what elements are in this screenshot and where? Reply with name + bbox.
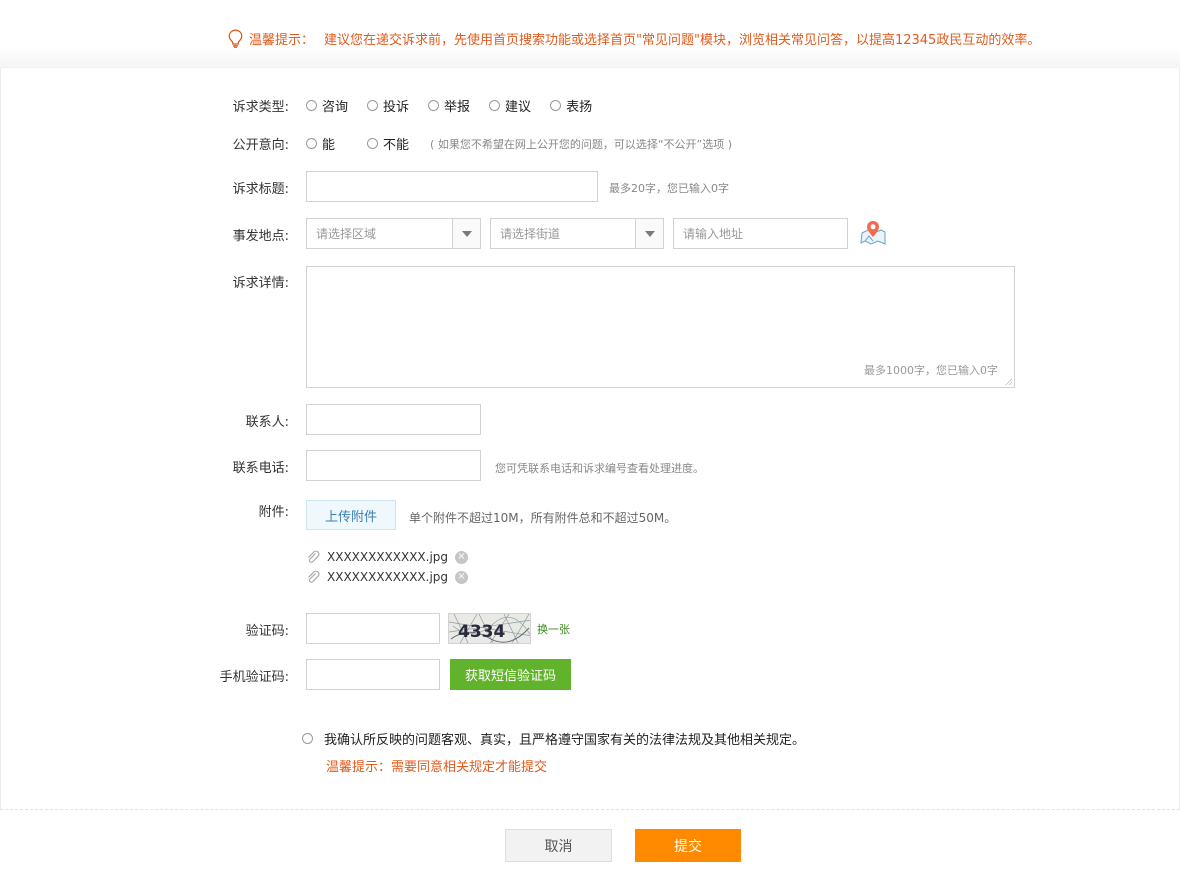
paperclip-icon — [308, 570, 320, 583]
attachment-filename: XXXXXXXXXXXX.jpg — [327, 570, 449, 584]
attachment-filename: XXXXXXXXXXXX.jpg — [327, 550, 449, 564]
sms-code-label: 手机验证码: — [219, 670, 289, 685]
get-sms-code-button[interactable]: 获取短信验证码 — [450, 659, 571, 690]
attachment-item: XXXXXXXXXXXX.jpg × — [306, 570, 468, 584]
cancel-button[interactable]: 取消 — [505, 829, 612, 862]
location-label: 事发地点: — [232, 229, 289, 244]
agreement-radio[interactable] — [302, 733, 313, 744]
chevron-down-icon[interactable] — [635, 219, 663, 248]
title-hint: 最多20字，您已输入0字 — [609, 182, 729, 195]
agreement-text: 我确认所反映的问题客观、真实，且严格遵守国家有关的法律法规及其他相关规定。 — [324, 733, 806, 748]
district-select[interactable]: 请选择区域 — [306, 218, 481, 249]
phone-hint: 您可凭联系电话和诉求编号查看处理进度。 — [495, 462, 704, 475]
agreement-row: 我确认所反映的问题客观、真实，且严格遵守国家有关的法律法规及其他相关规定。 — [302, 729, 805, 748]
attachments-hint: 单个附件不超过10M，所有附件总和不超过50M。 — [409, 511, 677, 525]
title-input[interactable] — [306, 171, 598, 202]
upload-attachment-button[interactable]: 上传附件 — [306, 500, 396, 530]
radio-circle[interactable] — [550, 100, 562, 111]
radio-public-no[interactable]: 不能 — [367, 134, 409, 153]
public-intent-hint: ( 如果您不希望在网上公开您的问题，可以选择“不公开”选项 ) — [430, 137, 733, 151]
radio-label: 举报 — [444, 100, 471, 115]
radio-label: 能 — [322, 138, 336, 153]
captcha-label: 验证码: — [245, 624, 289, 639]
radio-report[interactable]: 举报 — [428, 96, 470, 115]
map-pin-icon[interactable] — [859, 219, 887, 246]
agreement-tip: 温馨提示：需要同意相关规定才能提交 — [326, 760, 548, 775]
remove-attachment-icon[interactable]: × — [455, 570, 468, 584]
radio-circle[interactable] — [367, 100, 379, 111]
radio-label: 投诉 — [383, 100, 410, 115]
captcha-text: 4334 — [458, 622, 505, 642]
details-label: 诉求详情: — [232, 276, 289, 291]
details-counter: 最多1000字，您已输入0字 — [864, 364, 998, 377]
radio-consult[interactable]: 咨询 — [306, 96, 348, 115]
radio-circle[interactable] — [367, 138, 379, 149]
request-type-label: 诉求类型: — [232, 100, 289, 115]
public-intent-radio-group: 能 不能 ( 如果您不希望在网上公开您的问题，可以选择“不公开”选项 ) — [306, 134, 732, 153]
paperclip-icon — [308, 550, 320, 563]
captcha-input[interactable] — [306, 613, 440, 644]
radio-circle[interactable] — [306, 100, 317, 111]
radio-circle[interactable] — [428, 100, 440, 111]
radio-label: 表扬 — [566, 100, 593, 115]
remove-attachment-icon[interactable]: × — [455, 550, 468, 564]
captcha-image[interactable]: 4334 — [448, 613, 531, 644]
sms-code-input[interactable] — [306, 659, 440, 690]
chevron-down-icon[interactable] — [452, 219, 480, 248]
radio-praise[interactable]: 表扬 — [550, 96, 592, 115]
phone-label: 联系电话: — [232, 461, 289, 476]
request-type-radio-group: 咨询 投诉 举报 建议 表扬 — [306, 96, 611, 115]
refresh-captcha-link[interactable]: 换一张 — [537, 621, 570, 637]
district-placeholder: 请选择区域 — [316, 227, 377, 241]
street-select[interactable]: 请选择街道 — [490, 218, 664, 249]
address-placeholder: 请输入地址 — [683, 227, 744, 241]
radio-label: 不能 — [383, 138, 410, 153]
radio-label: 建议 — [505, 100, 532, 115]
street-placeholder: 请选择街道 — [500, 227, 561, 241]
notice-content: 温馨提示： 建议您在递交诉求前，先使用首页搜索功能或选择首页"常见问题"模块，浏… — [228, 28, 1040, 48]
phone-input[interactable] — [306, 450, 481, 481]
radio-circle[interactable] — [306, 138, 317, 149]
attachments-label: 附件: — [258, 505, 289, 520]
radio-circle[interactable] — [489, 100, 501, 111]
attachment-item: XXXXXXXXXXXX.jpg × — [306, 550, 468, 564]
public-intent-label: 公开意向: — [232, 138, 289, 153]
contact-input[interactable] — [306, 404, 481, 435]
radio-public-yes[interactable]: 能 — [306, 134, 335, 153]
radio-label: 咨询 — [322, 100, 349, 115]
radio-complaint[interactable]: 投诉 — [367, 96, 409, 115]
resize-grip-icon[interactable] — [1005, 378, 1012, 385]
title-label: 诉求标题: — [232, 182, 289, 197]
details-textarea[interactable]: 最多1000字，您已输入0字 — [306, 266, 1015, 388]
address-input[interactable]: 请输入地址 — [673, 218, 848, 249]
contact-label: 联系人: — [245, 415, 289, 430]
submit-button[interactable]: 提交 — [635, 829, 741, 862]
notice-banner: 温馨提示： 建议您在递交诉求前，先使用首页搜索功能或选择首页"常见问题"模块，浏… — [0, 0, 1180, 68]
radio-suggest[interactable]: 建议 — [489, 96, 531, 115]
notice-label: 温馨提示： — [249, 32, 315, 48]
notice-text: 建议您在递交诉求前，先使用首页搜索功能或选择首页"常见问题"模块，浏览相关常见问… — [324, 32, 1041, 48]
lightbulb-icon — [228, 29, 243, 48]
